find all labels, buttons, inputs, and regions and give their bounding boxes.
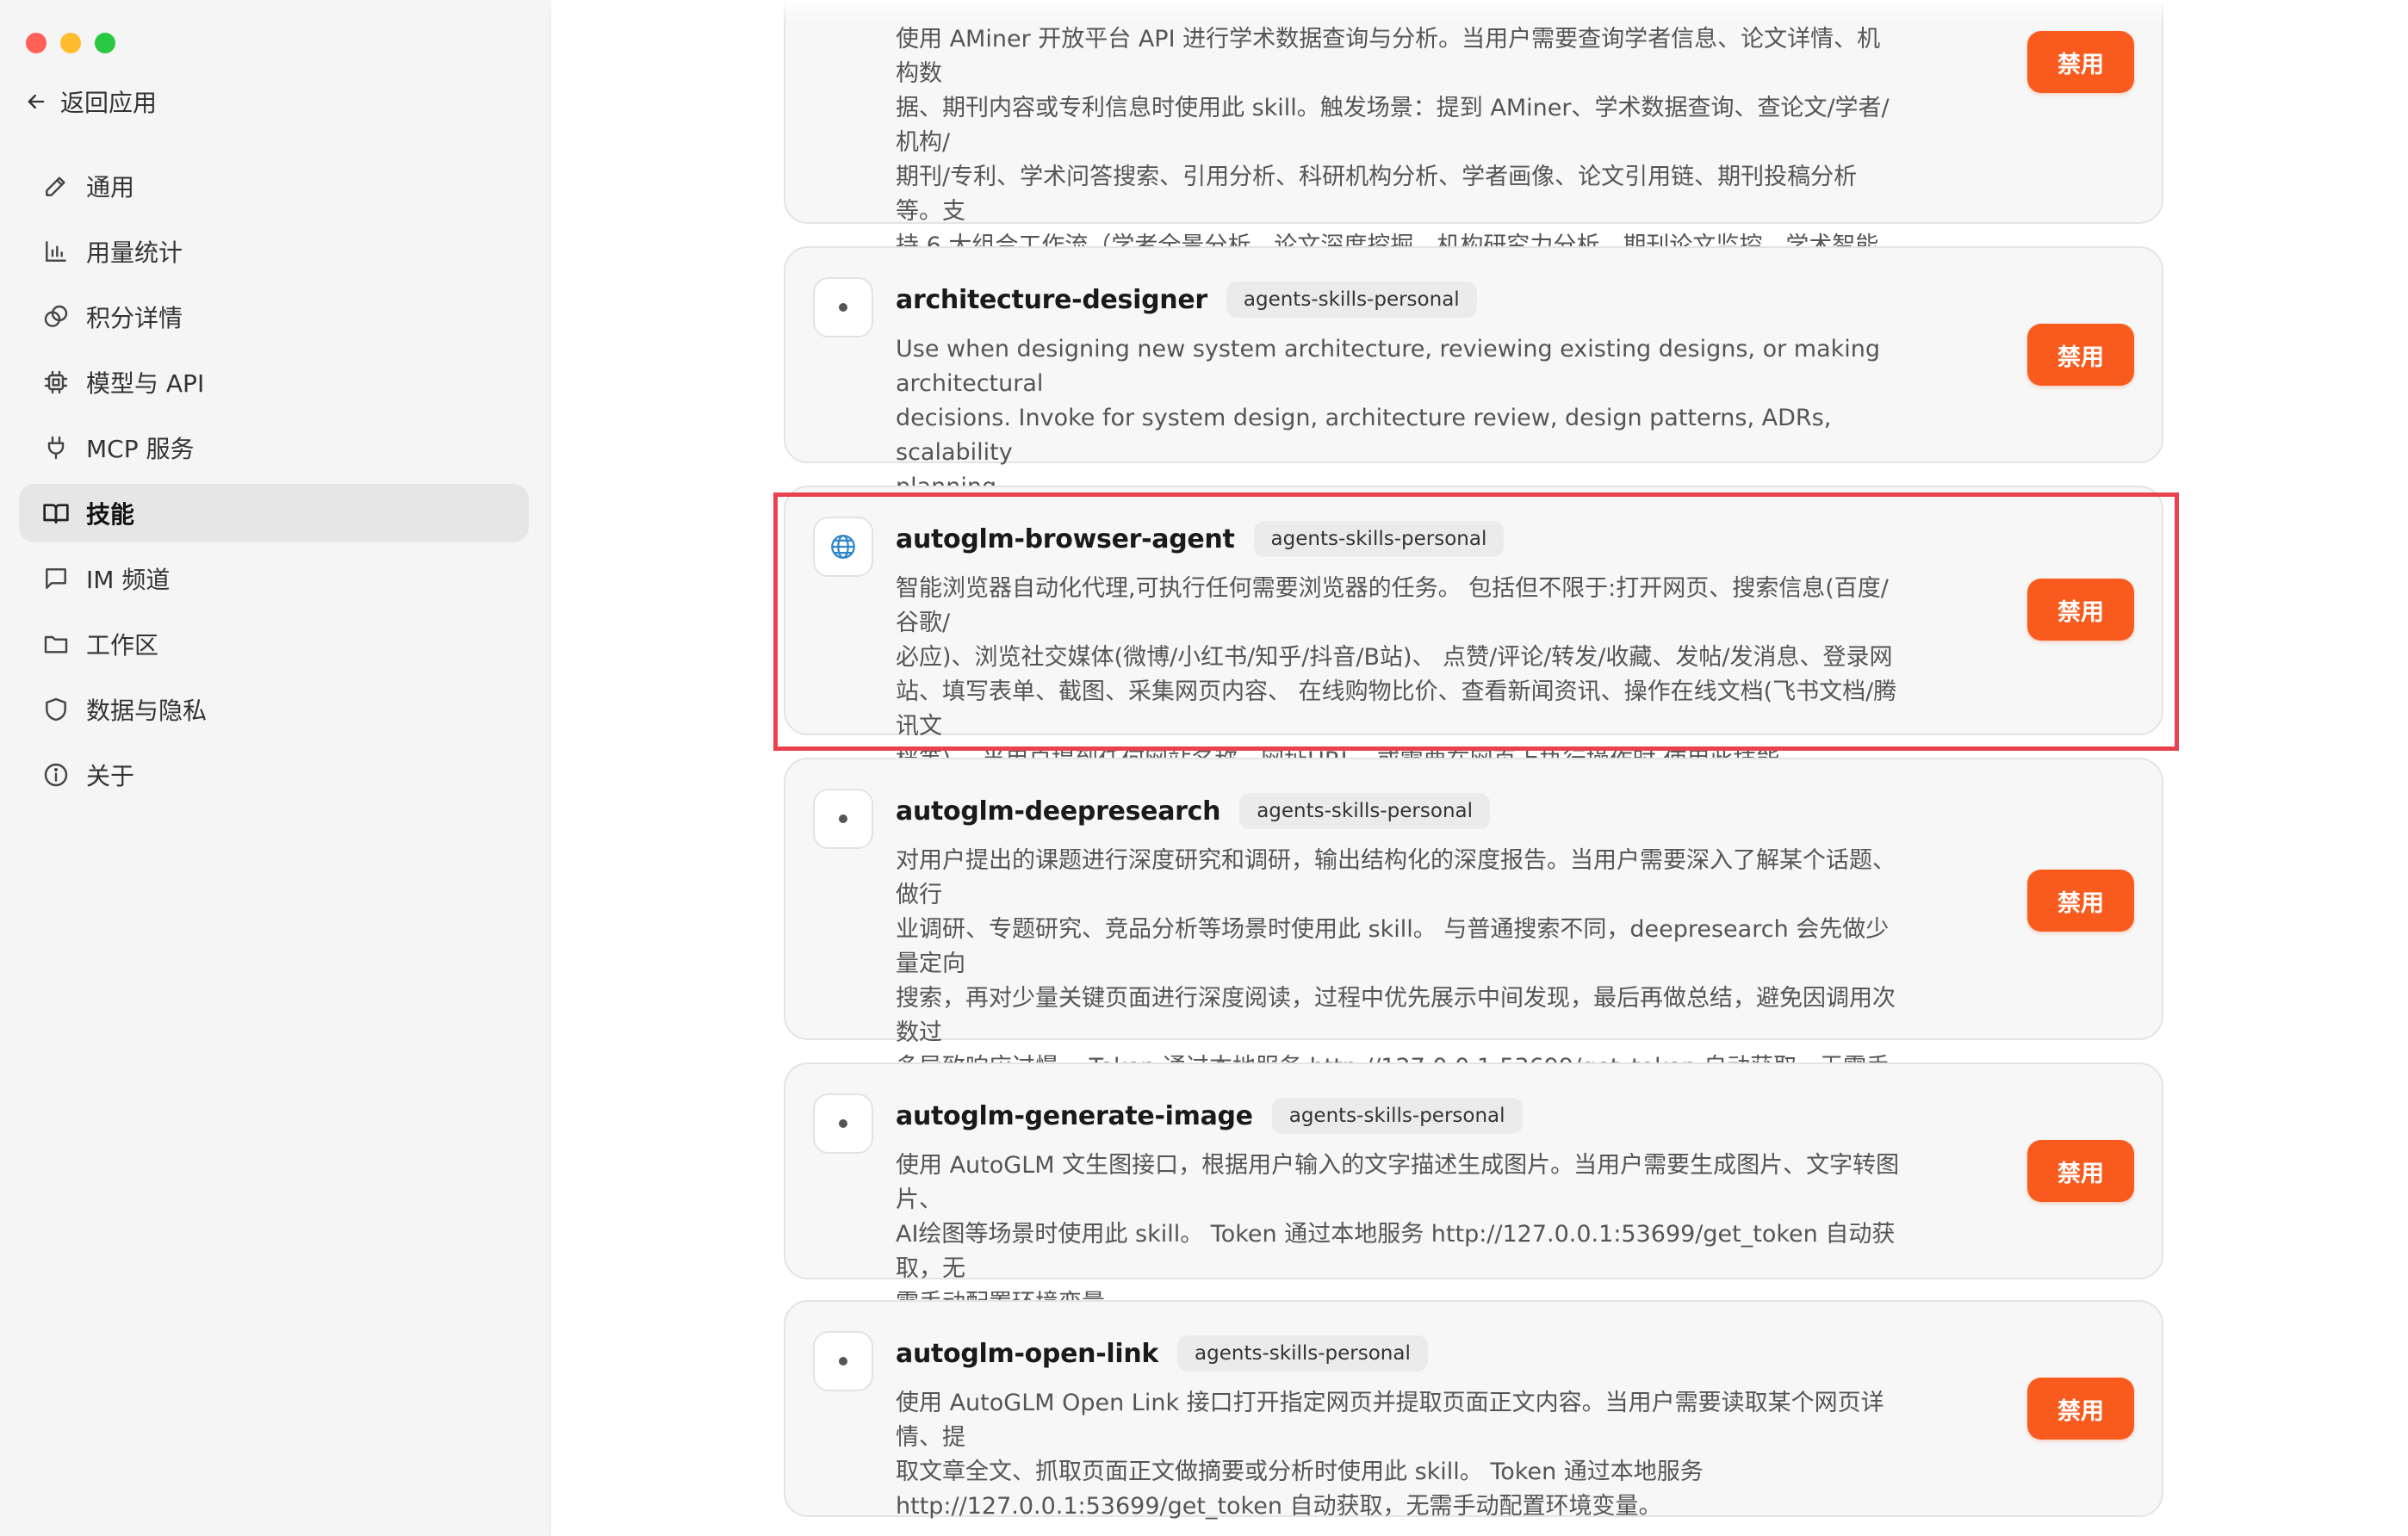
sidebar-item-label: 工作区: [86, 631, 159, 660]
window-zoom-button[interactable]: [95, 33, 115, 53]
back-to-app-button[interactable]: 返回应用: [24, 84, 157, 119]
skill-icon: [813, 517, 873, 577]
disable-button[interactable]: 禁用: [2027, 870, 2134, 932]
sidebar-item-data-privacy[interactable]: 数据与隐私: [19, 680, 529, 739]
disable-button[interactable]: 禁用: [2027, 579, 2134, 641]
skill-card-autoglm-open-link: autoglm-open-link agents-skills-personal…: [784, 1300, 2163, 1520]
window-close-button[interactable]: [26, 33, 47, 53]
window-minimize-button[interactable]: [60, 33, 81, 53]
sidebar-item-usage[interactable]: 用量统计: [19, 222, 529, 281]
skill-card-autoglm-generate-image: autoglm-generate-image agents-skills-per…: [784, 1062, 2163, 1316]
settings-nav: 通用 用量统计 积分详情 模型与 API MCP 服务 技能 IM 频道 工作区…: [19, 157, 529, 811]
skill-description: 智能浏览器自动化代理,可执行任何需要浏览器的任务。 包括但不限于:打开网页、搜索…: [896, 575, 1897, 774]
sidebar-item-skills[interactable]: 技能: [19, 484, 529, 542]
skill-icon: [813, 1331, 873, 1391]
sidebar-item-workspace[interactable]: 工作区: [19, 615, 529, 673]
skill-source-tag: agents-skills-personal: [1177, 1335, 1428, 1372]
dot-icon: [839, 1119, 847, 1128]
dot-icon: [839, 1357, 847, 1366]
globe-icon: [831, 535, 855, 559]
skill-name: architecture-designer: [896, 284, 1207, 315]
skill-card-autoglm-browser-agent: autoglm-browser-agent agents-skills-pers…: [784, 486, 2163, 774]
sidebar-item-label: 技能: [86, 500, 135, 529]
skill-description: Use when designing new system architectu…: [896, 336, 1881, 500]
folder-icon: [41, 629, 71, 659]
skill-card-architecture-designer: architecture-designer agents-skills-pers…: [784, 246, 2163, 500]
disable-button[interactable]: 禁用: [2027, 1378, 2134, 1440]
sidebar-item-label: 积分详情: [86, 304, 183, 332]
info-icon: [41, 760, 71, 790]
dot-icon: [839, 814, 847, 823]
back-label: 返回应用: [60, 89, 158, 117]
skill-source-tag: agents-skills-personal: [1239, 793, 1491, 829]
sidebar-item-credits[interactable]: 积分详情: [19, 288, 529, 346]
shield-icon: [41, 695, 71, 724]
skill-source-tag: agents-skills-personal: [1226, 282, 1477, 318]
skill-card-autoglm-deepresearch: autoglm-deepresearch agents-skills-perso…: [784, 758, 2163, 1149]
sidebar-item-label: 用量统计: [86, 238, 183, 267]
skill-name: autoglm-open-link: [896, 1338, 1159, 1369]
sidebar-item-label: 通用: [86, 173, 135, 201]
sidebar-item-label: 模型与 API: [86, 369, 205, 398]
skill-description: 使用 AutoGLM Open Link 接口打开指定网页并提取页面正文内容。当…: [896, 1390, 1884, 1520]
disable-button[interactable]: 禁用: [2027, 31, 2134, 93]
pen-icon: [41, 171, 71, 201]
skill-name: autoglm-deepresearch: [896, 796, 1221, 827]
sidebar-item-label: MCP 服务: [86, 435, 195, 463]
disable-button[interactable]: 禁用: [2027, 1140, 2134, 1202]
plug-icon: [41, 433, 71, 462]
window-controls: [26, 33, 115, 53]
sidebar-item-general[interactable]: 通用: [19, 157, 529, 215]
skill-description: 使用 AutoGLM 文生图接口，根据用户输入的文字描述生成图片。当用户需要生成…: [896, 1152, 1900, 1316]
skill-icon: [813, 1093, 873, 1154]
skill-card-aminer: 使用 AMiner 开放平台 API 进行学术数据查询与分析。当用户需要查询学者…: [784, 0, 2163, 397]
sidebar-item-models-api[interactable]: 模型与 API: [19, 353, 529, 412]
skill-name: autoglm-generate-image: [896, 1100, 1253, 1131]
message-icon: [41, 564, 71, 593]
skill-source-tag: agents-skills-personal: [1253, 521, 1505, 557]
skills-panel: 使用 AMiner 开放平台 API 进行学术数据查询与分析。当用户需要查询学者…: [551, 0, 2408, 1536]
skill-source-tag: agents-skills-personal: [1271, 1098, 1523, 1134]
dot-icon: [839, 303, 847, 312]
skill-icon: [813, 277, 873, 338]
sidebar-item-label: IM 频道: [86, 566, 171, 594]
sidebar-item-mcp[interactable]: MCP 服务: [19, 418, 529, 477]
skill-icon: [813, 789, 873, 849]
sidebar: 返回应用 通用 用量统计 积分详情 模型与 API MCP 服务 技能 IM 频…: [0, 0, 551, 1536]
disable-button[interactable]: 禁用: [2027, 324, 2134, 386]
skill-name: autoglm-browser-agent: [896, 523, 1235, 554]
book-icon: [41, 499, 71, 528]
coins-icon: [41, 302, 71, 331]
bar-chart-icon: [41, 237, 71, 266]
sidebar-item-label: 数据与隐私: [86, 697, 208, 725]
sidebar-item-about[interactable]: 关于: [19, 746, 529, 804]
sidebar-item-label: 关于: [86, 762, 135, 790]
arrow-left-icon: [28, 94, 45, 109]
chip-icon: [41, 368, 71, 397]
sidebar-item-im-channels[interactable]: IM 频道: [19, 549, 529, 608]
